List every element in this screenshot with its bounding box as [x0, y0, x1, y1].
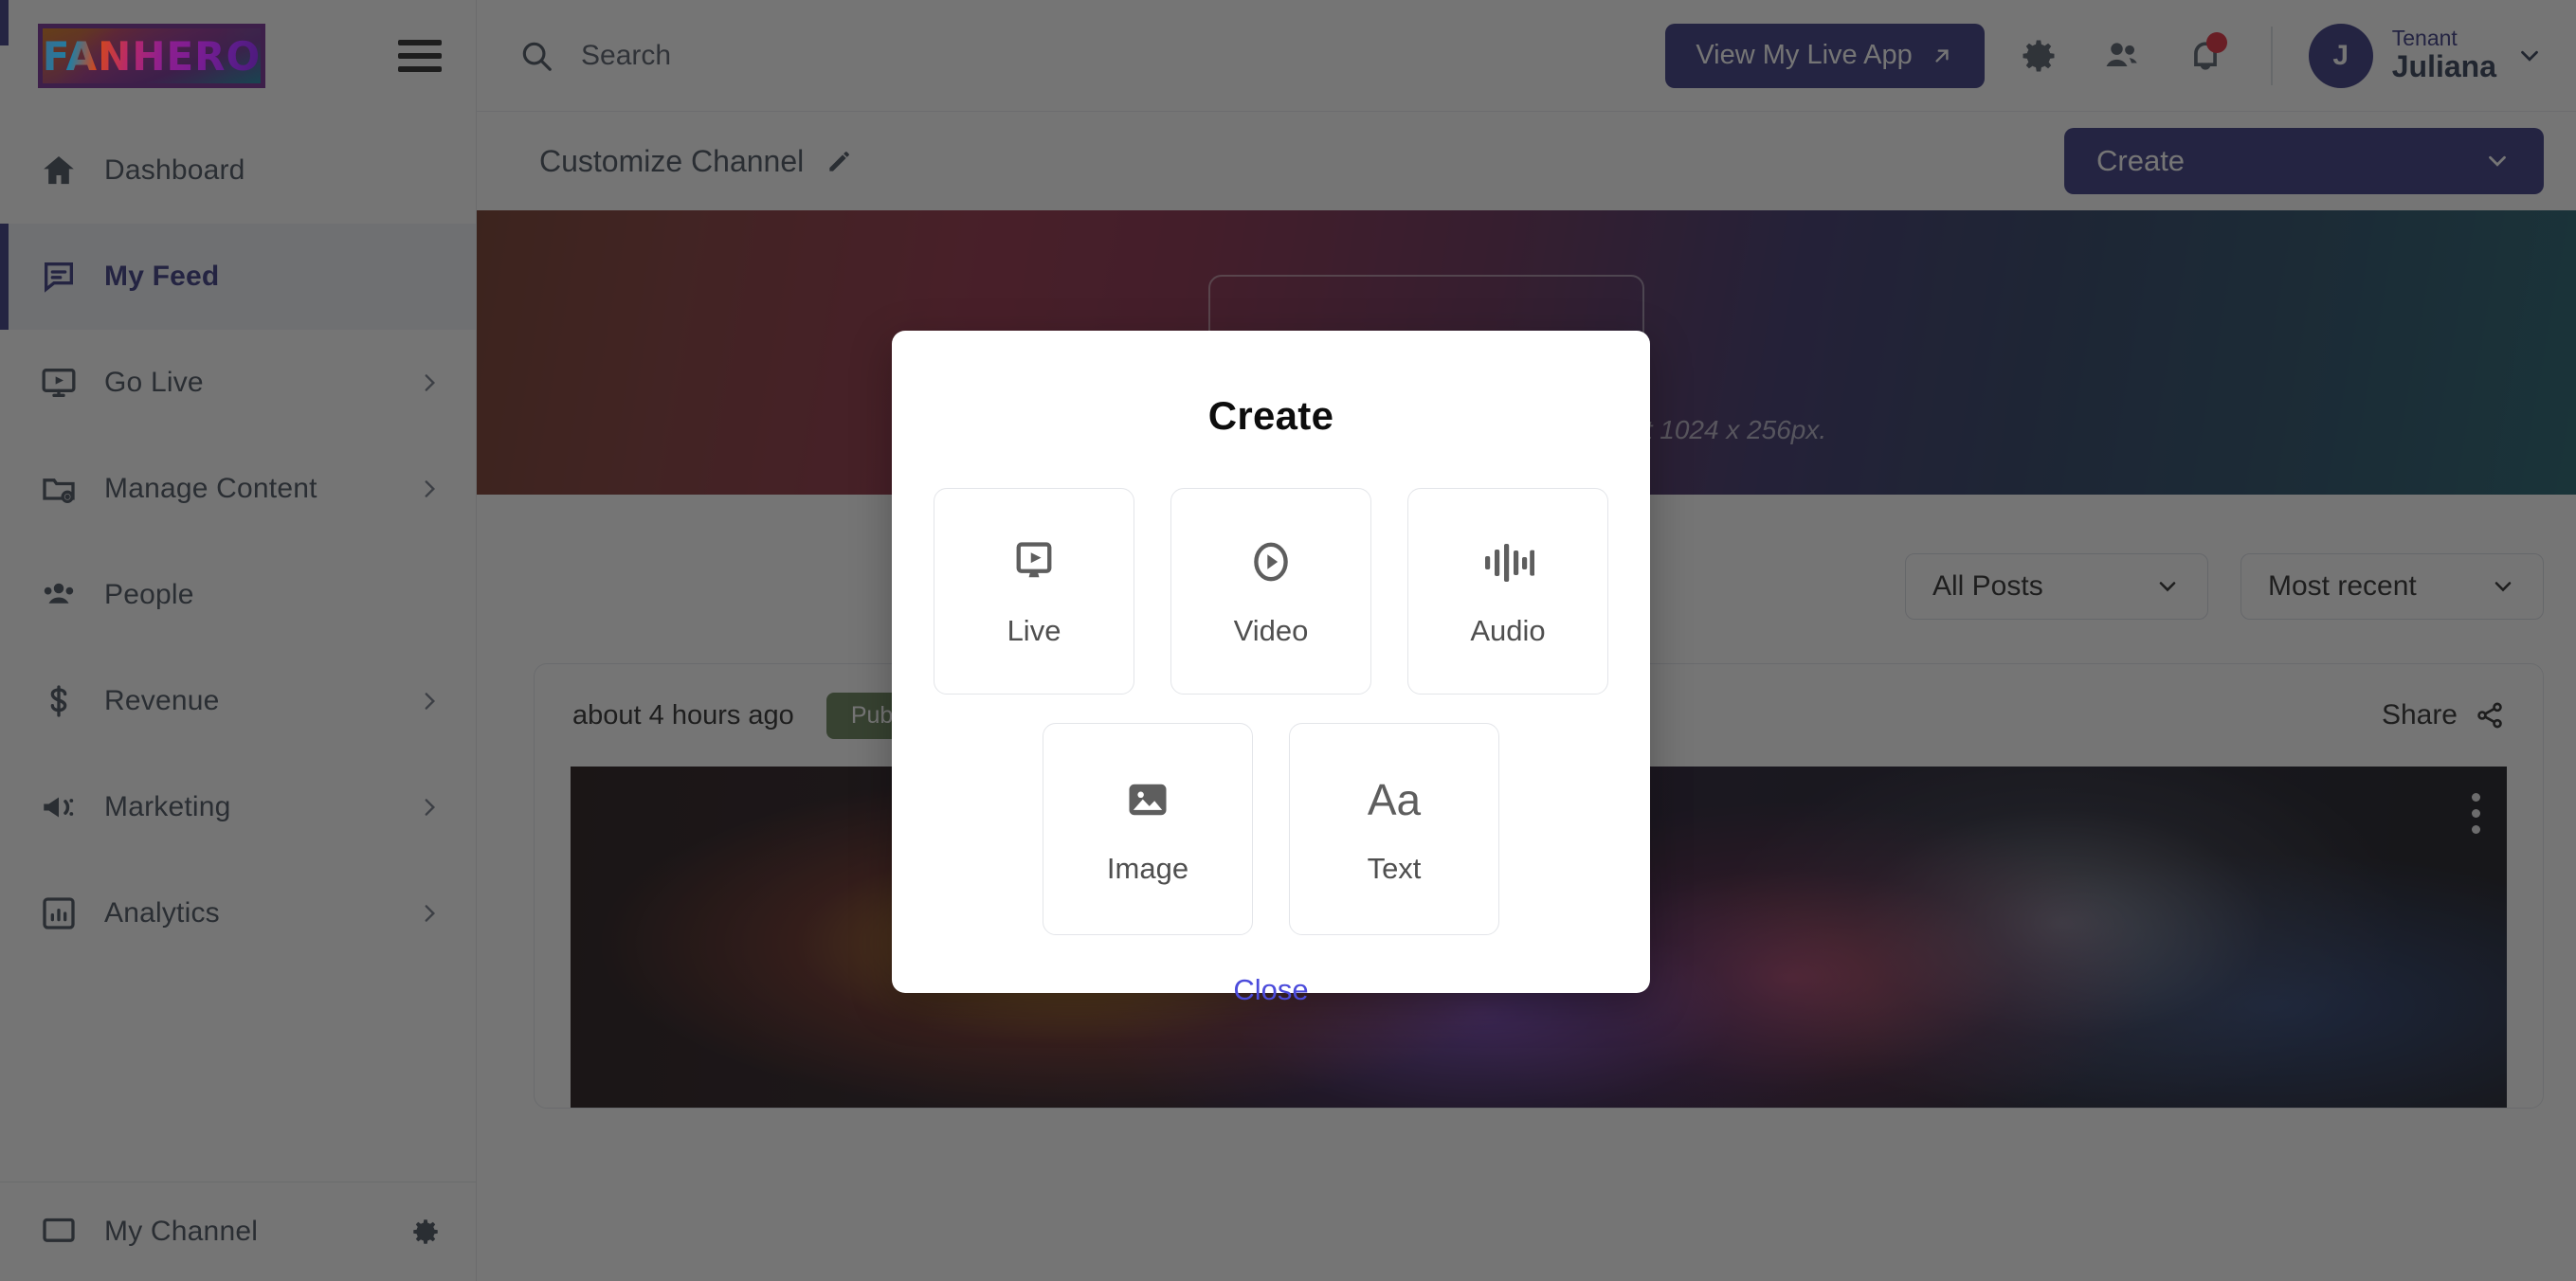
create-option-video[interactable]: Video — [1170, 488, 1371, 695]
app-root: FANHERO Dashboard M — [0, 0, 2576, 1281]
audio-waveform-icon — [1481, 534, 1534, 589]
create-options-row-1: Live Video Audio — [934, 488, 1608, 695]
play-circle-icon — [1246, 534, 1296, 589]
modal-title: Create — [1207, 393, 1334, 438]
fanhero-logo[interactable]: FANHERO — [38, 24, 265, 88]
image-icon — [1123, 772, 1172, 827]
text-aa-icon: Aa — [1367, 775, 1422, 824]
create-option-label: Audio — [1470, 614, 1546, 647]
create-option-live[interactable]: Live — [934, 488, 1134, 695]
create-option-label: Video — [1233, 614, 1309, 647]
create-modal: Create Live Video Audio Image Aa Text Cl… — [892, 331, 1650, 1006]
create-option-label: Text — [1367, 852, 1422, 885]
create-option-audio[interactable]: Audio — [1407, 488, 1608, 695]
logo-text: FANHERO — [42, 32, 262, 80]
create-option-label: Image — [1106, 852, 1189, 885]
create-option-text[interactable]: Aa Text — [1289, 723, 1499, 935]
create-options-row-2: Image Aa Text — [1043, 723, 1499, 935]
monitor-play-icon — [1009, 534, 1059, 589]
create-option-image[interactable]: Image — [1043, 723, 1253, 935]
create-option-label: Live — [1007, 614, 1061, 647]
close-button[interactable]: Close — [1233, 973, 1308, 1007]
